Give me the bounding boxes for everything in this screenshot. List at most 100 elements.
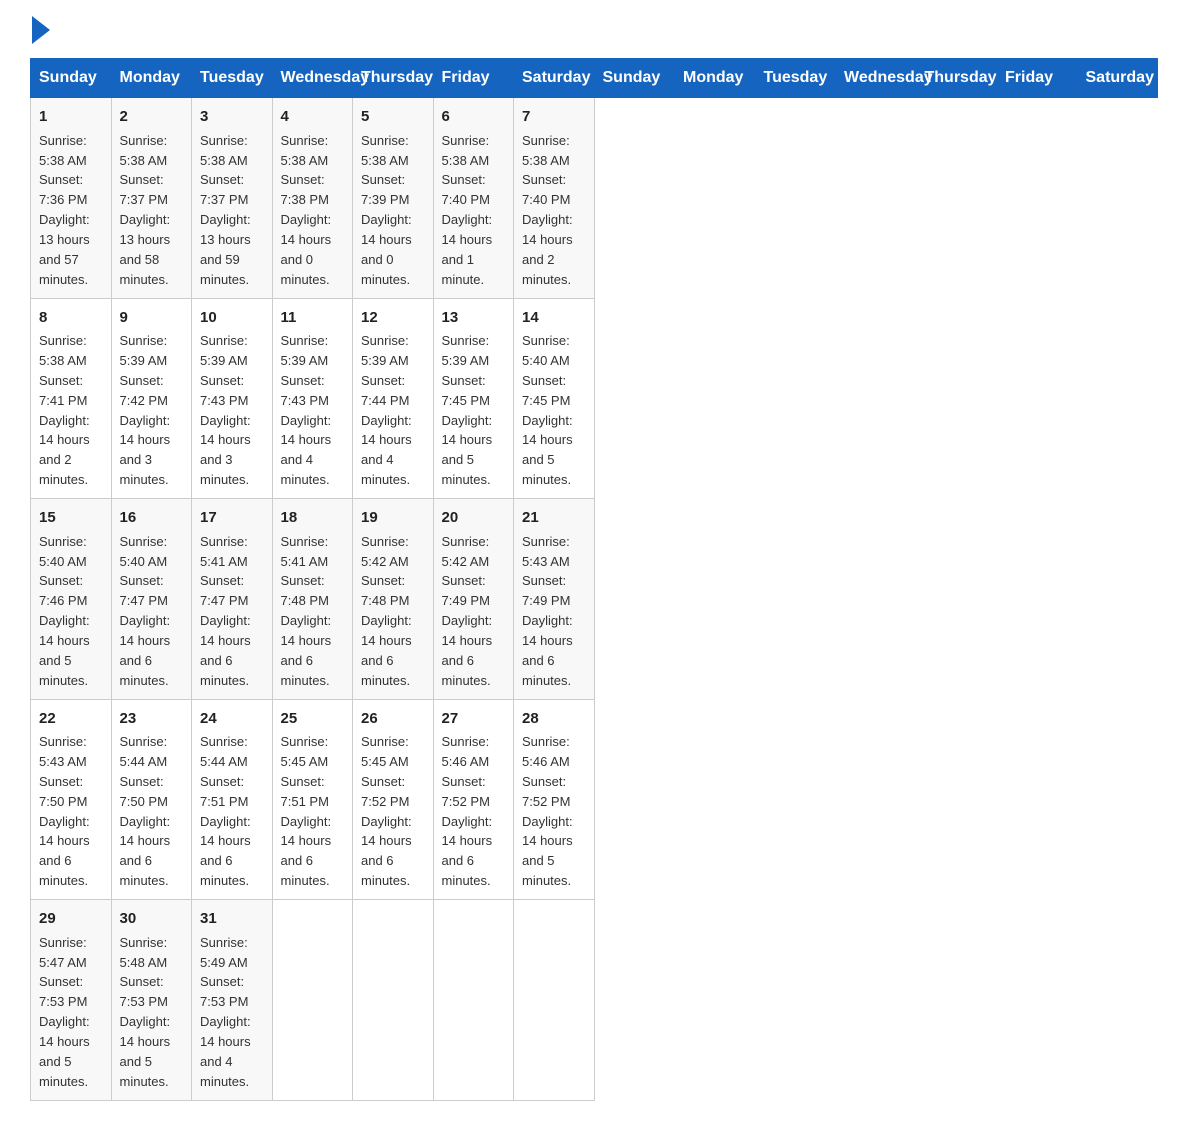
calendar-cell: 11 Sunrise: 5:39 AMSunset: 7:43 PMDayligh… [272, 298, 353, 499]
calendar-cell: 6 Sunrise: 5:38 AMSunset: 7:40 PMDaylight… [433, 98, 514, 299]
col-header-monday: Monday [675, 59, 756, 98]
col-header-monday: Monday [111, 59, 192, 98]
calendar-cell: 16Sunrise: 5:40 AMSunset: 7:47 PMDayligh… [111, 499, 192, 700]
day-number: 11 [281, 307, 345, 329]
day-number: 13 [442, 307, 506, 329]
day-number: 4 [281, 106, 345, 128]
calendar-cell: 25 Sunrise: 5:45 AMSunset: 7:51 PMDayligh… [272, 699, 353, 900]
calendar-cell: 21 Sunrise: 5:43 AMSunset: 7:49 PMDayligh… [514, 499, 595, 700]
calendar-cell: 27Sunrise: 5:46 AMSunset: 7:52 PMDayligh… [433, 699, 514, 900]
day-number: 2 [120, 106, 184, 128]
calendar-cell [353, 900, 434, 1101]
col-header-sunday: Sunday [594, 59, 675, 98]
day-info: Sunrise: 5:39 AMSunset: 7:43 PMDaylight:… [281, 333, 332, 487]
day-number: 25 [281, 708, 345, 730]
day-number: 12 [361, 307, 425, 329]
day-number: 17 [200, 507, 264, 529]
calendar-cell: 2 Sunrise: 5:38 AMSunset: 7:37 PMDaylight… [111, 98, 192, 299]
day-info: Sunrise: 5:38 AMSunset: 7:37 PMDaylight:… [200, 133, 251, 287]
calendar-cell: 5 Sunrise: 5:38 AMSunset: 7:39 PMDaylight… [353, 98, 434, 299]
day-number: 9 [120, 307, 184, 329]
col-header-thursday: Thursday [353, 59, 434, 98]
day-number: 14 [522, 307, 586, 329]
day-number: 24 [200, 708, 264, 730]
col-header-sunday: Sunday [31, 59, 112, 98]
day-number: 8 [39, 307, 103, 329]
calendar-cell: 4Sunrise: 5:38 AMSunset: 7:38 PMDaylight… [272, 98, 353, 299]
day-number: 18 [281, 507, 345, 529]
day-number: 21 [522, 507, 586, 529]
day-info: Sunrise: 5:38 AMSunset: 7:37 PMDaylight:… [120, 133, 171, 287]
calendar-week-row: 15Sunrise: 5:40 AMSunset: 7:46 PMDayligh… [31, 499, 1158, 700]
calendar-cell: 24 Sunrise: 5:44 AMSunset: 7:51 PMDayligh… [192, 699, 273, 900]
calendar-cell: 14 Sunrise: 5:40 AMSunset: 7:45 PMDayligh… [514, 298, 595, 499]
day-number: 3 [200, 106, 264, 128]
day-info: Sunrise: 5:38 AMSunset: 7:39 PMDaylight:… [361, 133, 412, 287]
calendar-cell: 8 Sunrise: 5:38 AMSunset: 7:41 PMDaylight… [31, 298, 112, 499]
col-header-friday: Friday [997, 59, 1078, 98]
col-header-saturday: Saturday [514, 59, 595, 98]
day-info: Sunrise: 5:39 AMSunset: 7:44 PMDaylight:… [361, 333, 412, 487]
day-number: 30 [120, 908, 184, 930]
day-info: Sunrise: 5:45 AMSunset: 7:52 PMDaylight:… [361, 734, 412, 888]
logo-arrow-icon [32, 16, 50, 44]
day-info: Sunrise: 5:39 AMSunset: 7:45 PMDaylight:… [442, 333, 493, 487]
col-header-friday: Friday [433, 59, 514, 98]
day-number: 31 [200, 908, 264, 930]
day-number: 5 [361, 106, 425, 128]
calendar-cell: 1 Sunrise: 5:38 AMSunset: 7:36 PMDaylight… [31, 98, 112, 299]
col-header-saturday: Saturday [1077, 59, 1158, 98]
day-info: Sunrise: 5:48 AMSunset: 7:53 PMDaylight:… [120, 935, 171, 1089]
calendar-cell [272, 900, 353, 1101]
day-info: Sunrise: 5:44 AMSunset: 7:51 PMDaylight:… [200, 734, 251, 888]
day-number: 27 [442, 708, 506, 730]
day-number: 15 [39, 507, 103, 529]
calendar-week-row: 22 Sunrise: 5:43 AMSunset: 7:50 PMDayligh… [31, 699, 1158, 900]
day-info: Sunrise: 5:43 AMSunset: 7:49 PMDaylight:… [522, 534, 573, 688]
day-info: Sunrise: 5:45 AMSunset: 7:51 PMDaylight:… [281, 734, 332, 888]
day-number: 1 [39, 106, 103, 128]
calendar-week-row: 1 Sunrise: 5:38 AMSunset: 7:36 PMDaylight… [31, 98, 1158, 299]
day-info: Sunrise: 5:39 AMSunset: 7:43 PMDaylight:… [200, 333, 251, 487]
col-header-tuesday: Tuesday [755, 59, 836, 98]
day-info: Sunrise: 5:46 AMSunset: 7:52 PMDaylight:… [522, 734, 573, 888]
day-number: 26 [361, 708, 425, 730]
day-info: Sunrise: 5:42 AMSunset: 7:48 PMDaylight:… [361, 534, 412, 688]
calendar-cell: 31Sunrise: 5:49 AMSunset: 7:53 PMDayligh… [192, 900, 273, 1101]
calendar-cell: 9 Sunrise: 5:39 AMSunset: 7:42 PMDaylight… [111, 298, 192, 499]
day-info: Sunrise: 5:47 AMSunset: 7:53 PMDaylight:… [39, 935, 90, 1089]
calendar-cell: 26 Sunrise: 5:45 AMSunset: 7:52 PMDayligh… [353, 699, 434, 900]
day-number: 23 [120, 708, 184, 730]
day-number: 6 [442, 106, 506, 128]
day-info: Sunrise: 5:44 AMSunset: 7:50 PMDaylight:… [120, 734, 171, 888]
col-header-wednesday: Wednesday [836, 59, 917, 98]
calendar-cell: 17 Sunrise: 5:41 AMSunset: 7:47 PMDayligh… [192, 499, 273, 700]
day-info: Sunrise: 5:38 AMSunset: 7:41 PMDaylight:… [39, 333, 90, 487]
calendar-cell: 15Sunrise: 5:40 AMSunset: 7:46 PMDayligh… [31, 499, 112, 700]
day-number: 20 [442, 507, 506, 529]
day-info: Sunrise: 5:40 AMSunset: 7:47 PMDaylight:… [120, 534, 171, 688]
calendar-cell: 18Sunrise: 5:41 AMSunset: 7:48 PMDayligh… [272, 499, 353, 700]
calendar-cell: 20Sunrise: 5:42 AMSunset: 7:49 PMDayligh… [433, 499, 514, 700]
calendar-cell: 30 Sunrise: 5:48 AMSunset: 7:53 PMDayligh… [111, 900, 192, 1101]
day-info: Sunrise: 5:43 AMSunset: 7:50 PMDaylight:… [39, 734, 90, 888]
calendar-week-row: 8 Sunrise: 5:38 AMSunset: 7:41 PMDaylight… [31, 298, 1158, 499]
calendar-cell: 28Sunrise: 5:46 AMSunset: 7:52 PMDayligh… [514, 699, 595, 900]
day-number: 10 [200, 307, 264, 329]
calendar-cell: 22 Sunrise: 5:43 AMSunset: 7:50 PMDayligh… [31, 699, 112, 900]
day-info: Sunrise: 5:38 AMSunset: 7:40 PMDaylight:… [522, 133, 573, 287]
day-info: Sunrise: 5:40 AMSunset: 7:45 PMDaylight:… [522, 333, 573, 487]
day-number: 22 [39, 708, 103, 730]
day-info: Sunrise: 5:38 AMSunset: 7:40 PMDaylight:… [442, 133, 493, 287]
calendar-cell: 12 Sunrise: 5:39 AMSunset: 7:44 PMDayligh… [353, 298, 434, 499]
col-header-tuesday: Tuesday [192, 59, 273, 98]
calendar-cell: 29Sunrise: 5:47 AMSunset: 7:53 PMDayligh… [31, 900, 112, 1101]
day-info: Sunrise: 5:38 AMSunset: 7:36 PMDaylight:… [39, 133, 90, 287]
calendar-cell: 7Sunrise: 5:38 AMSunset: 7:40 PMDaylight… [514, 98, 595, 299]
calendar-cell: 3 Sunrise: 5:38 AMSunset: 7:37 PMDaylight… [192, 98, 273, 299]
day-info: Sunrise: 5:41 AMSunset: 7:47 PMDaylight:… [200, 534, 251, 688]
calendar-cell: 13 Sunrise: 5:39 AMSunset: 7:45 PMDayligh… [433, 298, 514, 499]
day-info: Sunrise: 5:39 AMSunset: 7:42 PMDaylight:… [120, 333, 171, 487]
calendar-cell: 19Sunrise: 5:42 AMSunset: 7:48 PMDayligh… [353, 499, 434, 700]
col-header-thursday: Thursday [916, 59, 997, 98]
